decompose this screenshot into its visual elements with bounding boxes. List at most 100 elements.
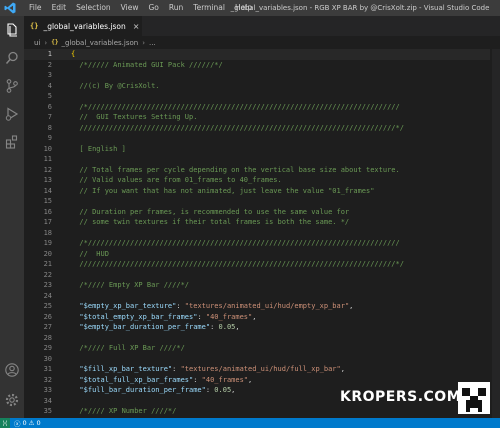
code-token: /*//// Empty XP Bar ////*/ bbox=[71, 281, 190, 289]
menu-file[interactable]: File bbox=[24, 0, 47, 16]
activity-bar bbox=[0, 16, 24, 418]
code-text: // Valid values are from 01_frames to 40… bbox=[71, 175, 281, 186]
code-token: /*//// XP Number ////*/ bbox=[71, 407, 177, 415]
breadcrumb: ui › {} _global_variables.json › ... bbox=[24, 36, 500, 49]
explorer-files-icon[interactable] bbox=[4, 22, 20, 38]
code-line[interactable]: 9 bbox=[24, 133, 490, 144]
code-line[interactable]: 25 "$empty_xp_bar_texture": "textures/an… bbox=[24, 301, 490, 312]
tab-global-variables-json[interactable]: {} _global_variables.json × bbox=[24, 16, 142, 36]
code-token: // HUD bbox=[71, 249, 109, 258]
breadcrumb-file[interactable]: _global_variables.json bbox=[61, 39, 138, 47]
code-line[interactable]: 1{ bbox=[24, 49, 490, 60]
code-line[interactable]: 16 // Duration per frames, is recommende… bbox=[24, 207, 490, 218]
code-token: /*//// Full XP Bar ////*/ bbox=[71, 344, 185, 352]
code-editor[interactable]: 1{2 /*///// Animated GUI Pack //////*/3 4… bbox=[24, 49, 500, 418]
line-number: 33 bbox=[43, 386, 52, 394]
menu-edit[interactable]: Edit bbox=[47, 0, 72, 16]
code-line[interactable]: 6 /*////////////////////////////////////… bbox=[24, 102, 490, 113]
menu-view[interactable]: View bbox=[116, 0, 144, 16]
tab-label: _global_variables.json bbox=[43, 21, 126, 31]
code-token: "$empty_bar_duration_per_frame" bbox=[71, 323, 211, 331]
vscode-logo-icon[interactable] bbox=[4, 2, 16, 14]
breadcrumb-separator: › bbox=[44, 38, 48, 47]
line-number: 5 bbox=[47, 92, 52, 100]
code-line[interactable]: 18 bbox=[24, 228, 490, 239]
search-icon[interactable] bbox=[4, 50, 20, 66]
menu-bar: File Edit Selection View Go Run Terminal… bbox=[24, 0, 257, 16]
code-token: 0.05 bbox=[218, 323, 236, 331]
line-number: 14 bbox=[43, 186, 52, 195]
code-text: ////////////////////////////////////////… bbox=[71, 123, 404, 134]
code-token: /*//////////////////////////////////////… bbox=[71, 239, 400, 247]
code-line[interactable]: 21 /////////////////////////////////////… bbox=[24, 259, 490, 270]
extensions-icon[interactable] bbox=[4, 134, 20, 150]
code-text: /*//// XP Number ////*/ bbox=[71, 406, 176, 417]
code-token: , bbox=[231, 386, 236, 394]
menu-run[interactable]: Run bbox=[164, 0, 188, 16]
menu-terminal[interactable]: Terminal bbox=[188, 0, 230, 16]
line-number: 27 bbox=[43, 323, 52, 331]
code-text: /*//// Empty XP Bar ////*/ bbox=[71, 280, 189, 291]
line-number: 11 bbox=[43, 155, 52, 163]
code-line[interactable]: 7 // GUI Textures Setting Up. bbox=[24, 112, 490, 123]
code-line[interactable]: 12 // Total frames per cycle depending o… bbox=[24, 165, 490, 176]
scrollbar[interactable] bbox=[492, 49, 500, 418]
code-line[interactable]: 14 // If you want that has not animated,… bbox=[24, 186, 490, 197]
code-line[interactable]: 4 //(c) By @CrisXolt. bbox=[24, 81, 490, 92]
error-count: 0 bbox=[22, 419, 27, 427]
remote-indicator-icon[interactable]: ⟩⟨ bbox=[0, 418, 10, 428]
title-bar: File Edit Selection View Go Run Terminal… bbox=[0, 0, 500, 16]
code-line[interactable]: 22 bbox=[24, 270, 490, 281]
line-number: 30 bbox=[43, 354, 52, 363]
code-line[interactable]: 5 bbox=[24, 91, 490, 102]
code-token: /*///// Animated GUI Pack //////*/ bbox=[71, 60, 223, 69]
breadcrumb-folder-ui[interactable]: ui bbox=[34, 39, 40, 47]
code-line[interactable]: 13 // Valid values are from 01_frames to… bbox=[24, 175, 490, 186]
error-icon: ⓧ bbox=[14, 420, 21, 428]
line-number: 6 bbox=[47, 102, 52, 111]
code-token: : bbox=[193, 375, 202, 384]
window-title: _global_variables.json - RGB XP BAR by @… bbox=[230, 4, 490, 12]
code-line[interactable]: 15 bbox=[24, 196, 490, 207]
code-line[interactable]: 17 // some twin textures if their total … bbox=[24, 217, 490, 228]
code-line[interactable]: 8 //////////////////////////////////////… bbox=[24, 123, 490, 134]
code-line[interactable]: 3 bbox=[24, 70, 490, 81]
code-line[interactable]: 29 /*//// Full XP Bar ////*/ bbox=[24, 343, 490, 354]
settings-gear-icon[interactable] bbox=[4, 392, 20, 408]
code-line[interactable]: 11 bbox=[24, 154, 490, 165]
code-line[interactable]: 19 /*///////////////////////////////////… bbox=[24, 238, 490, 249]
code-text: "$total_full_xp_bar_frames": "40_frames"… bbox=[71, 375, 252, 386]
line-number: 15 bbox=[43, 197, 52, 205]
code-token: // If you want that has not animated, ju… bbox=[71, 186, 375, 195]
code-text: "$fill_xp_bar_texture": "textures/animat… bbox=[71, 364, 345, 375]
menu-selection[interactable]: Selection bbox=[71, 0, 116, 16]
line-number: 4 bbox=[47, 81, 52, 90]
run-debug-icon[interactable] bbox=[4, 106, 20, 122]
menu-go[interactable]: Go bbox=[143, 0, 163, 16]
code-line[interactable]: 20 // HUD bbox=[24, 249, 490, 260]
line-number: 35 bbox=[43, 407, 52, 415]
problems-indicator[interactable]: ⓧ 0 ⚠ 0 bbox=[14, 418, 41, 428]
code-line[interactable]: 26 "$total_empty_xp_bar_frames": "40_fra… bbox=[24, 312, 490, 323]
code-token: "40_frames" bbox=[201, 375, 249, 384]
code-line[interactable]: 10 [ English ] bbox=[24, 144, 490, 155]
code-token: //(c) By @CrisXolt. bbox=[71, 81, 160, 90]
code-line[interactable]: 28 bbox=[24, 333, 490, 344]
code-line[interactable]: 2 /*///// Animated GUI Pack //////*/ bbox=[24, 60, 490, 71]
code-line[interactable]: 30 bbox=[24, 354, 490, 365]
source-control-icon[interactable] bbox=[4, 78, 20, 94]
code-line[interactable]: 24 bbox=[24, 291, 490, 302]
breadcrumb-symbols[interactable]: ... bbox=[149, 39, 156, 47]
close-tab-icon[interactable]: × bbox=[133, 22, 140, 31]
code-text: "$full_bar_duration_per_frame": 0.05, bbox=[71, 385, 235, 396]
code-token: "40_frames" bbox=[205, 312, 253, 321]
code-line[interactable]: 31 "$fill_xp_bar_texture": "textures/ani… bbox=[24, 364, 490, 375]
code-text: // GUI Textures Setting Up. bbox=[71, 112, 197, 123]
account-icon[interactable] bbox=[4, 362, 20, 378]
line-number: 17 bbox=[43, 218, 52, 226]
line-number: 9 bbox=[47, 134, 52, 142]
code-token: // Total frames per cycle depending on t… bbox=[71, 165, 400, 174]
code-line[interactable]: 23 /*//// Empty XP Bar ////*/ bbox=[24, 280, 490, 291]
code-token: { bbox=[71, 50, 76, 58]
code-line[interactable]: 27 "$empty_bar_duration_per_frame": 0.05… bbox=[24, 322, 490, 333]
